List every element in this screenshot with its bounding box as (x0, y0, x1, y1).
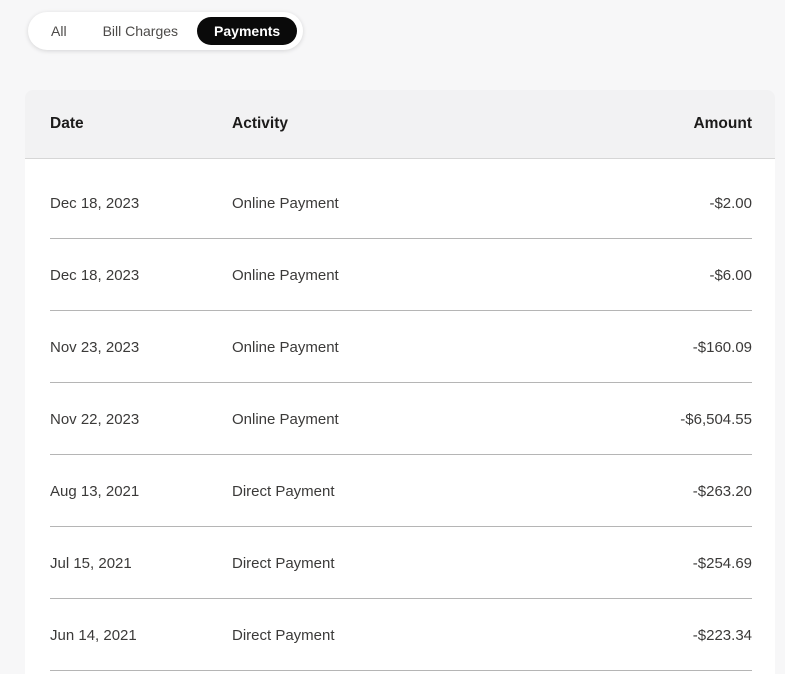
table-body: Dec 18, 2023 Online Payment -$2.00 Dec 1… (25, 159, 775, 674)
table-row[interactable]: Jun 14, 2021 Direct Payment -$223.34 (25, 599, 775, 671)
column-header-activity: Activity (232, 115, 288, 132)
date-cell: Dec 18, 2023 (50, 266, 140, 284)
tab-bill-charges[interactable]: Bill Charges (86, 17, 195, 45)
date-cell: Dec 18, 2023 (50, 194, 140, 212)
tab-all[interactable]: All (34, 17, 84, 45)
table-row[interactable]: Nov 23, 2023 Online Payment -$160.09 (25, 311, 775, 383)
column-header-amount: Amount (693, 115, 752, 132)
transaction-filter-tabs: All Bill Charges Payments (28, 12, 304, 50)
amount-cell: -$6,504.55 (680, 410, 752, 428)
amount-cell: -$263.20 (692, 482, 752, 500)
transactions-table: Date Activity Amount Dec 18, 2023 Online… (25, 90, 775, 674)
table-row[interactable]: Dec 18, 2023 Online Payment -$6.00 (25, 239, 775, 311)
date-cell: Nov 23, 2023 (50, 338, 140, 356)
activity-cell: Online Payment (232, 266, 339, 284)
column-header-date: Date (50, 115, 84, 132)
table-header-row: Date Activity Amount (25, 90, 775, 159)
date-cell: Aug 13, 2021 (50, 482, 140, 500)
activity-cell: Online Payment (232, 410, 339, 428)
amount-cell: -$223.34 (692, 626, 752, 644)
activity-cell: Direct Payment (232, 626, 335, 644)
date-cell: Jul 15, 2021 (50, 554, 132, 572)
activity-cell: Online Payment (232, 338, 339, 356)
table-row[interactable]: Nov 22, 2023 Online Payment -$6,504.55 (25, 383, 775, 455)
date-cell: Nov 22, 2023 (50, 410, 140, 428)
amount-cell: -$2.00 (709, 194, 752, 212)
activity-cell: Direct Payment (232, 482, 335, 500)
amount-cell: -$6.00 (709, 266, 752, 284)
table-row[interactable]: Jul 15, 2021 Direct Payment -$254.69 (25, 527, 775, 599)
amount-cell: -$160.09 (692, 338, 752, 356)
activity-cell: Direct Payment (232, 554, 335, 572)
activity-cell: Online Payment (232, 194, 339, 212)
amount-cell: -$254.69 (692, 554, 752, 572)
table-row[interactable]: Aug 13, 2021 Direct Payment -$263.20 (25, 455, 775, 527)
table-row[interactable]: Dec 18, 2023 Online Payment -$2.00 (25, 167, 775, 239)
date-cell: Jun 14, 2021 (50, 626, 137, 644)
tab-payments[interactable]: Payments (197, 16, 298, 46)
